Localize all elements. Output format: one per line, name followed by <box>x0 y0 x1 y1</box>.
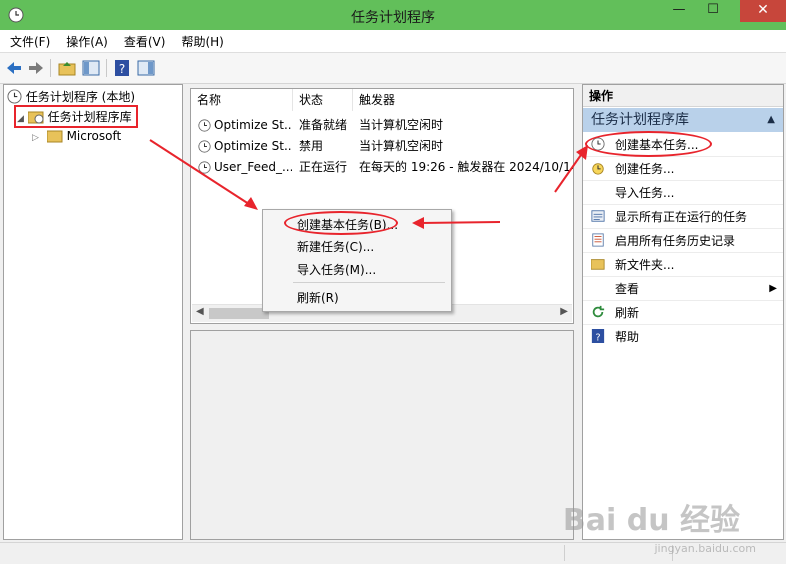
task-trigger: 当计算机空闲时 <box>359 139 444 153</box>
task-status: 正在运行 <box>299 160 348 174</box>
tree-microsoft-label: Microsoft <box>66 129 122 143</box>
tree-root-label: 任务计划程序 (本地) <box>25 90 136 104</box>
menu-file[interactable]: 文件(F) <box>0 30 56 50</box>
task-trigger: 在每天的 19:26 - 触发器在 2024/10/14 <box>359 160 573 174</box>
toolbar-separator <box>50 59 51 77</box>
action-label: 新文件夹... <box>615 258 675 272</box>
action-label: 刷新 <box>615 306 640 320</box>
menu-bar: 文件(F) 操作(A) 查看(V) 帮助(H) <box>0 30 786 53</box>
svg-text:?: ? <box>595 332 600 343</box>
column-header-name[interactable]: 名称 <box>191 89 293 111</box>
actions-section-label: 任务计划程序库 <box>591 112 689 128</box>
help-icon[interactable]: ? <box>113 59 131 77</box>
submenu-arrow-icon: ▶ <box>769 283 777 294</box>
action-help[interactable]: ? 帮助 <box>583 325 783 349</box>
task-status: 准备就绪 <box>299 118 348 132</box>
maximize-button[interactable]: ☐ <box>698 0 728 22</box>
task-name: Optimize St... <box>214 139 292 153</box>
column-header-trigger[interactable]: 触发器 <box>353 89 573 111</box>
running-tasks-icon <box>591 210 605 222</box>
ctx-separator <box>293 282 445 283</box>
status-separator <box>564 545 565 561</box>
svg-text:?: ? <box>119 62 125 76</box>
folder-up-icon[interactable] <box>58 59 76 77</box>
action-enable-history[interactable]: 启用所有任务历史记录 <box>583 229 783 253</box>
column-header-status[interactable]: 状态 <box>293 89 353 111</box>
actions-section-title[interactable]: 任务计划程序库 ▲ <box>583 108 783 132</box>
folder-icon <box>46 130 63 143</box>
task-status: 禁用 <box>299 139 324 153</box>
table-row[interactable]: Optimize St... 禁用 当计算机空闲时 <box>191 136 573 157</box>
toolbar-separator <box>106 59 107 77</box>
folder-icon <box>591 259 605 270</box>
action-label: 启用所有任务历史记录 <box>615 234 736 248</box>
ctx-refresh[interactable]: 刷新(R) <box>297 289 339 306</box>
action-import-task[interactable]: 导入任务... <box>583 181 783 205</box>
close-button[interactable]: ✕ <box>740 0 786 22</box>
action-refresh[interactable]: 刷新 <box>583 301 783 325</box>
action-show-running-tasks[interactable]: 显示所有正在运行的任务 <box>583 205 783 229</box>
navigation-tree: 任务计划程序 (本地) ◢ 任务计划程序库 ▷ Microsoft <box>3 84 183 540</box>
action-create-task[interactable]: 创建任务... <box>583 157 783 181</box>
menu-help[interactable]: 帮助(H) <box>171 30 229 50</box>
task-clock-icon <box>198 140 211 153</box>
tree-item-microsoft[interactable]: ▷ Microsoft <box>32 129 121 143</box>
action-label: 导入任务... <box>615 186 675 200</box>
task-clock-icon <box>198 119 211 132</box>
collapse-up-icon[interactable]: ▲ <box>767 108 775 132</box>
action-label: 帮助 <box>615 330 640 344</box>
action-label: 创建任务... <box>615 162 675 176</box>
show-hide-action-pane-icon[interactable] <box>137 59 155 77</box>
menu-view[interactable]: 查看(V) <box>114 30 172 50</box>
task-trigger: 当计算机空闲时 <box>359 118 444 132</box>
annotation-oval-context <box>284 211 398 235</box>
action-view[interactable]: 查看 ▶ <box>583 277 783 301</box>
baidu-watermark: Bai du 经验 <box>562 503 740 538</box>
task-details-pane <box>190 330 574 540</box>
task-name: User_Feed_... <box>214 160 292 174</box>
help-icon: ? <box>591 329 605 343</box>
title-bar: 任务计划程序 — ☐ ✕ <box>0 0 786 30</box>
table-row[interactable]: User_Feed_... 正在运行 在每天的 19:26 - 触发器在 202… <box>191 157 573 178</box>
annotation-box-library <box>14 105 138 128</box>
refresh-icon <box>592 305 605 318</box>
baidu-watermark-url: jingyan.baidu.com <box>654 542 756 555</box>
history-icon <box>592 233 604 247</box>
show-hide-tree-icon[interactable] <box>82 59 100 77</box>
action-new-folder[interactable]: 新文件夹... <box>583 253 783 277</box>
scroll-left-icon[interactable]: ◀ <box>196 306 204 317</box>
ctx-new-task[interactable]: 新建任务(C)... <box>297 238 374 255</box>
ctx-import-task[interactable]: 导入任务(M)... <box>297 261 376 278</box>
task-clock-icon <box>198 161 211 174</box>
menu-action[interactable]: 操作(A) <box>56 30 114 50</box>
minimize-button[interactable]: — <box>664 0 694 22</box>
table-row[interactable]: Optimize St... 准备就绪 当计算机空闲时 <box>191 115 573 136</box>
action-label: 显示所有正在运行的任务 <box>615 210 748 224</box>
action-label: 查看 <box>615 282 640 296</box>
expand-icon[interactable]: ▷ <box>32 133 39 143</box>
task-new-icon <box>592 163 604 175</box>
task-name: Optimize St... <box>214 118 292 132</box>
toolbar: ? <box>0 53 786 84</box>
scrollbar-thumb[interactable] <box>209 308 269 319</box>
clock-icon <box>7 89 22 104</box>
annotation-oval-actions <box>585 131 712 157</box>
tree-root[interactable]: 任务计划程序 (本地) <box>7 88 135 105</box>
scroll-right-icon[interactable]: ▶ <box>560 306 568 317</box>
back-arrow-icon[interactable] <box>5 59 23 77</box>
forward-arrow-icon[interactable] <box>27 59 45 77</box>
actions-header: 操作 <box>583 85 783 107</box>
